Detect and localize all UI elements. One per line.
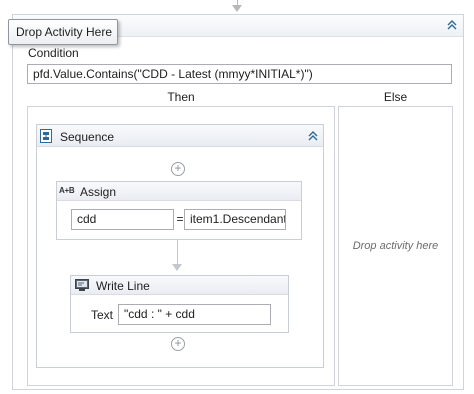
write-line-icon: [75, 279, 89, 291]
sequence-collapse-button[interactable]: [306, 130, 320, 142]
assign-equals-sign: =: [176, 212, 184, 226]
flow-arrow-down-icon: [172, 264, 182, 271]
write-line-title: Write Line: [96, 279, 150, 293]
then-label: Then: [167, 90, 195, 104]
condition-label: Condition: [28, 46, 79, 60]
add-activity-button-bottom[interactable]: +: [171, 337, 185, 351]
double-chevron-up-icon: [308, 131, 318, 141]
sequence-icon: [40, 129, 52, 143]
assign-value-field[interactable]: item1.Descendants: [184, 209, 286, 230]
else-label: Else: [383, 90, 408, 104]
plus-icon: +: [174, 161, 182, 175]
write-line-text-field[interactable]: "cdd : " + cdd: [118, 304, 271, 325]
double-chevron-up-icon: [447, 20, 457, 30]
assign-title: Assign: [80, 185, 117, 199]
sequence-title: Sequence: [60, 130, 115, 144]
if-collapse-button[interactable]: [445, 19, 459, 31]
top-connector-arrow-icon: [232, 5, 242, 12]
write-line-text-label: Text: [91, 308, 114, 322]
add-activity-button-top[interactable]: +: [171, 162, 185, 176]
assign-to-field[interactable]: cdd: [71, 209, 174, 230]
else-drop-placeholder: Drop activity here: [352, 240, 439, 252]
assign-icon: A+B: [59, 186, 75, 195]
plus-icon: +: [174, 336, 182, 350]
drop-activity-tooltip: Drop Activity Here: [8, 19, 118, 45]
condition-input[interactable]: pfd.Value.Contains("CDD - Latest (mmyy*I…: [27, 64, 452, 84]
